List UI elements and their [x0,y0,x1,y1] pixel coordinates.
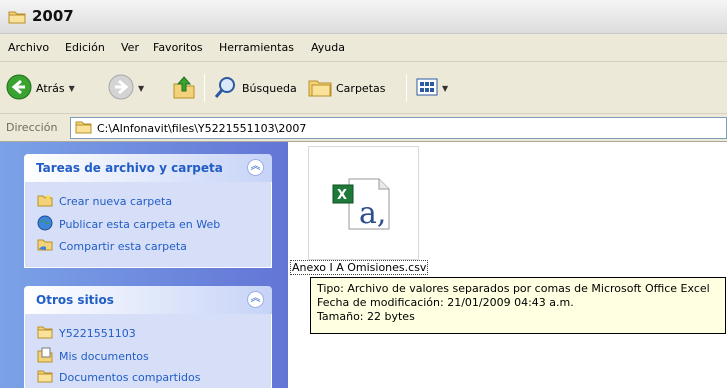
svg-text:X: X [337,188,347,203]
file-list-area[interactable]: X a, Anexo I A Omisiones.csv Tipo: Archi… [288,142,727,388]
window-title: 2007 [32,7,74,25]
task-label: Crear nueva carpeta [59,195,173,208]
other-places-title: Otros sitios [36,293,114,307]
address-path: C:\AInfonavit\files\Y5221551103\2007 [97,121,307,135]
folders-icon [308,76,332,101]
task-create-folder[interactable]: Crear nueva carpeta [37,193,172,210]
other-places-header[interactable]: Otros sitios ︽ [24,286,272,314]
menu-ayuda[interactable]: Ayuda [311,41,345,54]
folders-label: Carpetas [336,81,386,95]
menu-bar: Archivo Edición Ver Favoritos Herramient… [0,34,727,62]
search-button[interactable]: Búsqueda [214,74,297,102]
place-label: Documentos compartidos [59,371,201,384]
folder-icon [8,9,26,27]
folder-icon [37,325,53,342]
chevron-down-icon[interactable]: ▼ [69,84,75,93]
tooltip-type: Tipo: Archivo de valores separados por c… [317,282,710,295]
back-button[interactable]: Atrás ▼ [6,74,75,102]
toolbar-separator [204,74,205,102]
file-tooltip: Tipo: Archivo de valores separados por c… [310,277,726,334]
file-item[interactable]: X a, [308,146,419,260]
menu-ver[interactable]: Ver [121,41,139,54]
folder-icon [37,369,53,386]
tasks-panel-body: Crear nueva carpeta Publicar esta carpet… [24,182,272,268]
shared-folder-icon [37,237,53,256]
task-label: Publicar esta carpeta en Web [59,218,221,231]
address-label: Dirección [6,121,58,134]
views-button[interactable]: ▼ [416,74,448,102]
other-places-body: Y5221551103 Mis documentos Documentos co… [24,314,272,388]
collapse-icon[interactable]: ︽ [247,159,264,176]
documents-icon [37,347,53,366]
place-label: Mis documentos [59,350,149,363]
task-publish-web[interactable]: Publicar esta carpeta en Web [37,215,220,234]
chevron-down-icon[interactable]: ▼ [442,84,448,93]
place-shared-documents[interactable]: Documentos compartidos [37,369,201,386]
up-folder-icon [172,74,196,103]
forward-button[interactable]: ▼ [108,74,144,102]
menu-herramientas[interactable]: Herramientas [219,41,294,54]
title-bar: 2007 [0,0,727,34]
folder-icon [75,120,92,137]
file-name-label[interactable]: Anexo I A Omisiones.csv [290,260,429,275]
folders-button[interactable]: Carpetas [308,74,385,102]
globe-icon [37,215,53,234]
tooltip-modified: Fecha de modificación: 21/01/2009 04:43 … [317,296,574,309]
svg-text:a,: a, [359,196,386,231]
tasks-panel-header[interactable]: Tareas de archivo y carpeta ︽ [24,154,272,182]
excel-csv-file-icon: X a, [331,175,397,236]
task-pane: Tareas de archivo y carpeta ︽ Crear nuev… [0,142,288,388]
menu-archivo[interactable]: Archivo [8,41,49,54]
place-parent-folder[interactable]: Y5221551103 [37,325,136,342]
search-icon [214,75,238,102]
new-folder-icon [37,193,53,210]
task-label: Compartir esta carpeta [59,240,187,253]
menu-edicion[interactable]: Edición [65,41,105,54]
forward-arrow-icon [108,74,134,103]
place-label: Y5221551103 [59,327,136,340]
search-label: Búsqueda [242,81,297,95]
back-arrow-icon [6,74,32,103]
views-icon [416,78,438,99]
up-folder-button[interactable] [172,74,196,102]
collapse-icon[interactable]: ︽ [247,291,264,308]
tasks-panel-title: Tareas de archivo y carpeta [36,161,223,175]
toolbar-separator [406,74,407,102]
chevron-down-icon[interactable]: ▼ [138,84,144,93]
place-my-documents[interactable]: Mis documentos [37,347,149,366]
tooltip-size: Tamaño: 22 bytes [317,310,415,323]
task-share-folder[interactable]: Compartir esta carpeta [37,237,187,256]
address-bar: Dirección C:\AInfonavit\files\Y522155110… [0,114,727,142]
back-label: Atrás [36,81,65,95]
menu-favoritos[interactable]: Favoritos [153,41,203,54]
address-input[interactable]: C:\AInfonavit\files\Y5221551103\2007 [70,117,727,139]
toolbar: Atrás ▼ ▼ Búsqueda Carpetas ▼ [0,62,727,114]
